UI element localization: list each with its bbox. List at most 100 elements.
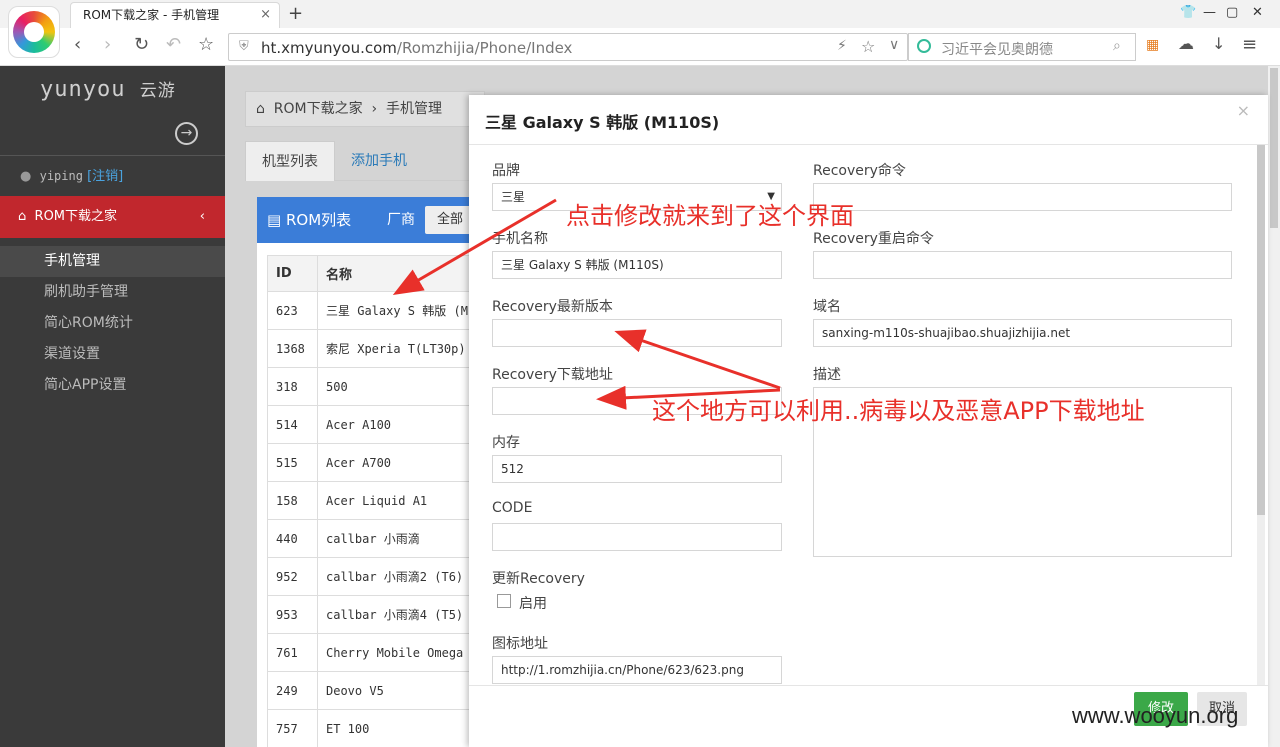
sidebar-item-app-settings[interactable]: 简心APP设置: [0, 370, 225, 401]
table-row[interactable]: 249 Deovo V5: [267, 671, 487, 710]
signout-link[interactable]: [注销]: [87, 169, 123, 184]
signout-arrow-icon[interactable]: →: [175, 122, 198, 145]
icon-url-label: 图标地址: [492, 636, 548, 652]
table-row[interactable]: 761 Cherry Mobile Omega H: [267, 633, 487, 672]
window-scrollbar[interactable]: [1268, 66, 1280, 747]
cell-id: 158: [267, 481, 318, 520]
cell-id: 953: [267, 595, 318, 634]
table-row[interactable]: 440 callbar 小雨滴: [267, 519, 487, 558]
rom-list-panel: ▤ ROM列表 厂商 全部 ID 名称 623 三星 Galaxy S 韩版 (M…: [257, 197, 487, 747]
undo-icon[interactable]: ↶: [166, 34, 181, 55]
cell-name: ET 100: [317, 709, 487, 747]
table-row[interactable]: 318 500: [267, 367, 487, 406]
table-row[interactable]: 952 callbar 小雨滴2 (T6): [267, 557, 487, 596]
search-icon[interactable]: ⌕: [1113, 38, 1121, 54]
brand-logo: yunyou 云游: [40, 76, 176, 102]
icon-url-input[interactable]: http://1.romzhijia.cn/Phone/623/623.png: [492, 656, 782, 684]
menu-icon[interactable]: ≡: [1242, 34, 1257, 55]
column-header-id: ID: [267, 255, 318, 292]
cell-id: 440: [267, 519, 318, 558]
table-row[interactable]: 158 Acer Liquid A1: [267, 481, 487, 520]
watermark: www.wooyun.org: [1072, 703, 1239, 728]
breadcrumb-home[interactable]: ROM下载之家: [274, 101, 363, 117]
sidebar-item-phone-manage[interactable]: 手机管理: [0, 246, 225, 277]
close-window-icon[interactable]: ✕: [1252, 5, 1263, 20]
sidebar-item-channel-settings[interactable]: 渠道设置: [0, 339, 225, 370]
domain-label: 域名: [813, 299, 841, 315]
chevron-left-icon: ‹: [199, 209, 205, 224]
enable-checkbox[interactable]: [497, 594, 511, 608]
cell-name: 索尼 Xperia T(LT30p): [317, 329, 487, 368]
recovery-reboot-input[interactable]: [813, 251, 1232, 279]
browser-logo-icon[interactable]: [8, 6, 60, 58]
annotation-note-2: 这个地方可以利用..病毒以及恶意APP下载地址: [652, 397, 1145, 425]
cell-id: 514: [267, 405, 318, 444]
cell-id: 515: [267, 443, 318, 482]
apps-grid-icon[interactable]: ▦: [1146, 37, 1159, 53]
memory-input[interactable]: 512: [492, 455, 782, 483]
recovery-cmd-input[interactable]: [813, 183, 1232, 211]
back-icon[interactable]: ‹: [74, 34, 81, 55]
tab-close-icon[interactable]: ×: [260, 3, 271, 27]
download-icon[interactable]: ↓: [1212, 34, 1225, 53]
cell-id: 318: [267, 367, 318, 406]
search-input[interactable]: 习近平会见奥朗德: [941, 39, 1053, 59]
cloud-icon[interactable]: ☁: [1178, 34, 1194, 53]
search-box[interactable]: 习近平会见奥朗德 ⌕: [908, 33, 1136, 61]
table-row[interactable]: 1368 索尼 Xperia T(LT30p): [267, 329, 487, 368]
forward-icon[interactable]: ›: [104, 34, 111, 55]
tab-add-phone[interactable]: 添加手机: [335, 141, 423, 181]
maximize-icon[interactable]: ▢: [1226, 5, 1238, 20]
favorite-star-icon[interactable]: ☆: [861, 37, 875, 56]
url-path: /Romzhijia/Phone/Index: [396, 39, 573, 57]
recovery-version-label: Recovery最新版本: [492, 299, 613, 315]
memory-label: 内存: [492, 435, 520, 451]
minimize-icon[interactable]: —: [1203, 5, 1216, 20]
domain-input[interactable]: sanxing-m110s-shuajibao.shuajizhijia.net: [813, 319, 1232, 347]
code-input[interactable]: [492, 523, 782, 551]
sidebar-item-rom-home[interactable]: ⌂ ROM下载之家 ‹: [0, 196, 225, 238]
address-bar[interactable]: ⛨ ht.xmyunyou.com/Romzhijia/Phone/Index …: [228, 33, 908, 61]
sidebar-section-label: ROM下载之家: [34, 209, 118, 224]
sidebar: yunyou 云游 → ● yiping [注销] ⌂ ROM下载之家 ‹ 手机…: [0, 66, 225, 747]
table-row[interactable]: 623 三星 Galaxy S 韩版 (M: [267, 291, 487, 330]
phone-name-input[interactable]: 三星 Galaxy S 韩版 (M110S): [492, 251, 782, 279]
new-tab-button[interactable]: +: [288, 3, 303, 24]
cell-name: Cherry Mobile Omega H: [317, 633, 487, 672]
table-row[interactable]: 757 ET 100: [267, 709, 487, 747]
cell-id: 623: [267, 291, 318, 330]
browser-tab-strip: ROM下载之家 - 手机管理 × + 👕 — ▢ ✕: [0, 0, 1280, 28]
cell-id: 761: [267, 633, 318, 672]
modal-header: 三星 Galaxy S 韩版 (M110S) ×: [469, 95, 1268, 145]
modal-scrollbar[interactable]: [1257, 145, 1265, 685]
dropdown-icon[interactable]: ∨: [889, 37, 899, 53]
lightning-icon[interactable]: ⚡: [837, 38, 847, 54]
table-row[interactable]: 953 callbar 小雨滴4 (T5): [267, 595, 487, 634]
shield-icon: ⛨: [239, 39, 249, 54]
table-row[interactable]: 514 Acer A100: [267, 405, 487, 444]
reload-icon[interactable]: ↻: [134, 34, 149, 55]
recovery-version-input[interactable]: [492, 319, 782, 347]
cell-name: 三星 Galaxy S 韩版 (M: [317, 291, 487, 330]
panel-header: ▤ ROM列表 厂商 全部: [257, 197, 487, 243]
cell-id: 952: [267, 557, 318, 596]
modal-title: 三星 Galaxy S 韩版 (M110S): [485, 113, 720, 132]
cell-name: callbar 小雨滴4 (T5): [317, 595, 487, 634]
tab-model-list[interactable]: 机型列表: [245, 141, 335, 181]
bookmark-star-icon[interactable]: ☆: [198, 34, 214, 55]
modal-close-icon[interactable]: ×: [1237, 101, 1250, 120]
search-engine-icon: [917, 39, 931, 53]
sidebar-item-flash-assistant[interactable]: 刷机助手管理: [0, 277, 225, 308]
code-label: CODE: [492, 500, 533, 516]
sidebar-item-rom-stats[interactable]: 简心ROM统计: [0, 308, 225, 339]
brand-text: yunyou: [40, 77, 126, 102]
breadcrumb-current: 手机管理: [386, 101, 443, 117]
table-row[interactable]: 515 Acer A700: [267, 443, 487, 482]
phone-name-label: 手机名称: [492, 231, 548, 247]
brand-select-value: 三星: [501, 190, 526, 204]
vendor-select[interactable]: 全部: [425, 206, 475, 234]
shirt-icon[interactable]: 👕: [1180, 5, 1196, 20]
browser-tab[interactable]: ROM下载之家 - 手机管理 ×: [70, 2, 280, 28]
annotation-note-1: 点击修改就来到了这个界面: [566, 202, 854, 230]
vendor-label: 厂商: [387, 212, 415, 228]
